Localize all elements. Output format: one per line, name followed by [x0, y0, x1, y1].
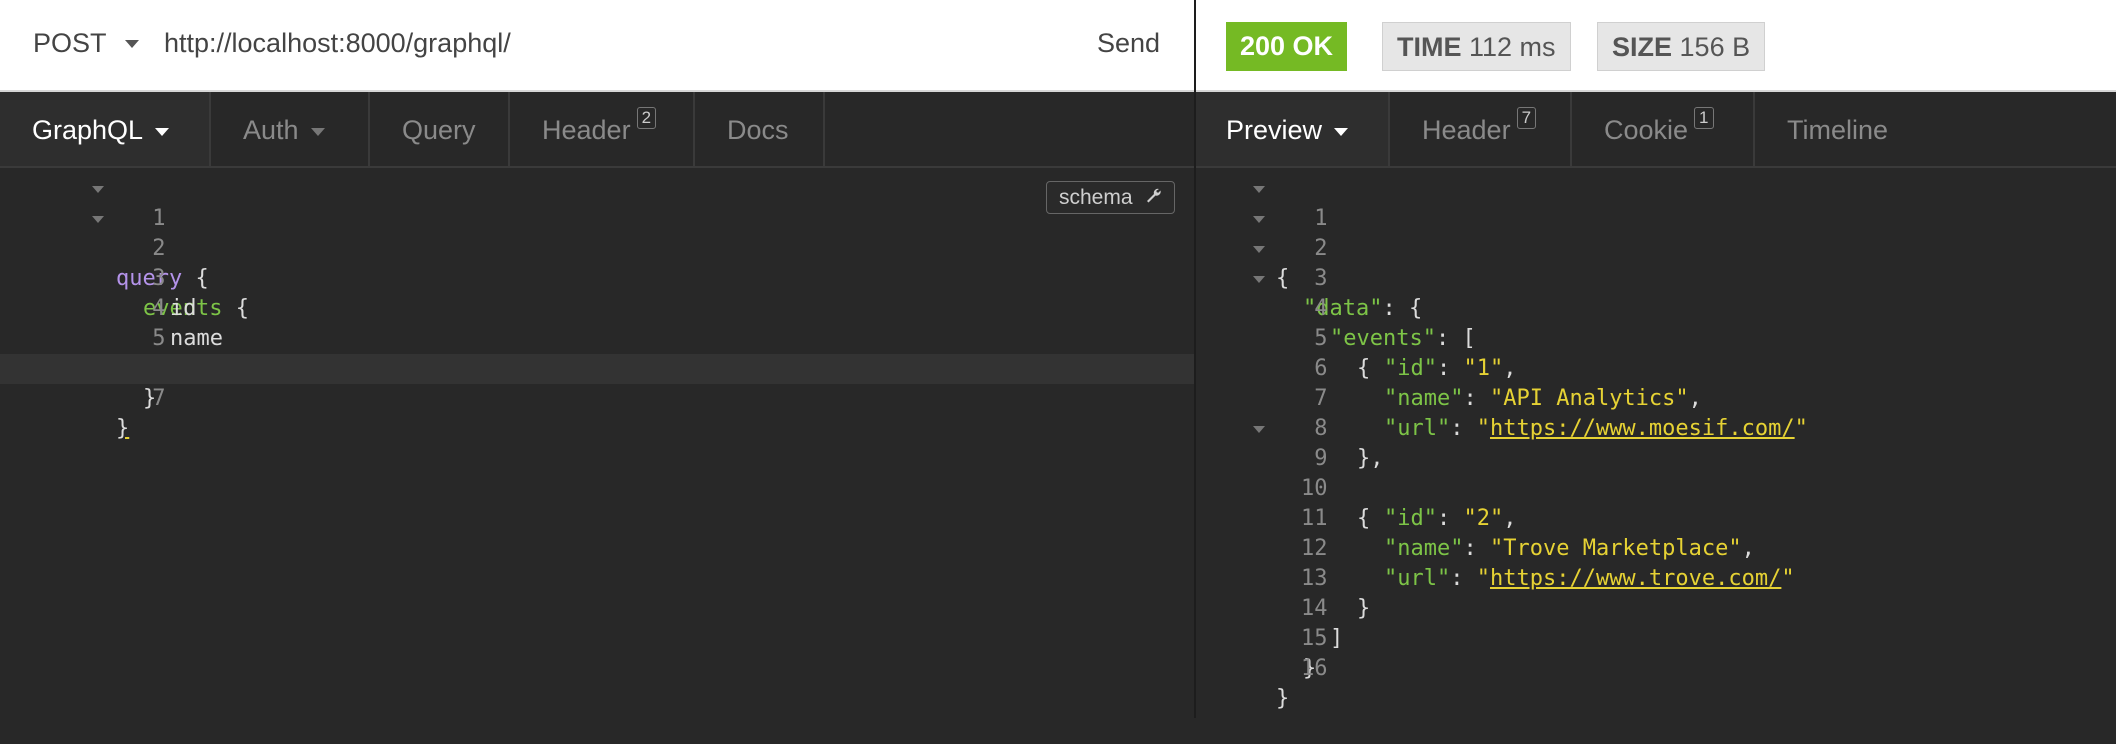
line-number: 7 — [152, 386, 166, 411]
fold-arrow-icon[interactable] — [1253, 186, 1265, 193]
time-label: TIME — [1397, 32, 1462, 62]
request-tabs: GraphQL Auth Query Header 2 Docs — [0, 92, 1194, 168]
tab-response-header[interactable]: Header 7 — [1390, 92, 1572, 166]
fold-arrow-icon[interactable] — [92, 216, 104, 223]
line-number: 16 — [1300, 656, 1328, 681]
cookie-count-badge: 1 — [1694, 107, 1714, 129]
tab-query[interactable]: Query — [370, 92, 510, 166]
send-button[interactable]: Send — [1097, 28, 1160, 59]
size-badge: SIZE 156 B — [1597, 22, 1766, 71]
tab-query-label: Query — [402, 115, 476, 145]
tab-timeline[interactable]: Timeline — [1755, 92, 1915, 166]
fold-arrow-icon[interactable] — [1253, 276, 1265, 283]
query-editor[interactable]: 1 query { 2 events { 3 id 4 name 5 url 6… — [0, 174, 1194, 441]
response-bar: 200 OK TIME 112 ms SIZE 156 B — [1196, 0, 2116, 92]
tab-graphql-label: GraphQL — [32, 115, 144, 145]
url-input[interactable]: http://localhost:8000/graphql/ — [164, 28, 511, 59]
tab-preview-label: Preview — [1226, 115, 1323, 145]
tab-timeline-label: Timeline — [1787, 115, 1889, 145]
fold-arrow-icon[interactable] — [1253, 246, 1265, 253]
brace: } — [116, 416, 130, 441]
brace: } — [1276, 686, 1290, 711]
fold-arrow-icon[interactable] — [1253, 426, 1265, 433]
size-value: 156 B — [1679, 32, 1751, 62]
tab-docs-label: Docs — [727, 115, 789, 145]
response-tabs: Preview Header 7 Cookie 1 Timeline — [1196, 92, 2116, 168]
header-count-badge: 7 — [1516, 107, 1537, 129]
request-pane: POST http://localhost:8000/graphql/ Send… — [0, 0, 1194, 718]
size-label: SIZE — [1612, 32, 1673, 62]
tab-auth[interactable]: Auth — [211, 92, 370, 166]
tab-cookie[interactable]: Cookie 1 — [1572, 92, 1755, 166]
fold-arrow-icon[interactable] — [92, 186, 104, 193]
fold-arrow-icon[interactable] — [1253, 216, 1265, 223]
header-count-badge: 2 — [636, 107, 657, 129]
tab-preview[interactable]: Preview — [1196, 92, 1390, 166]
time-badge: TIME 112 ms — [1382, 22, 1571, 71]
response-pane: 200 OK TIME 112 ms SIZE 156 B Preview He… — [1196, 0, 2116, 718]
status-badge: 200 OK — [1226, 22, 1348, 71]
tab-cookie-label: Cookie — [1604, 115, 1689, 145]
response-viewer: 1 { 2 "data": { 3 "events": [ 4 { 5 "id"… — [1196, 174, 2116, 711]
tab-header[interactable]: Header 2 — [510, 92, 695, 166]
tab-auth-label: Auth — [243, 115, 299, 145]
tab-docs[interactable]: Docs — [695, 92, 825, 166]
method-select[interactable]: POST — [33, 28, 139, 59]
chevron-down-icon — [310, 127, 325, 136]
tab-graphql[interactable]: GraphQL — [0, 92, 211, 166]
time-value: 112 ms — [1469, 32, 1556, 62]
chevron-down-icon — [124, 39, 139, 48]
chevron-down-icon — [1334, 127, 1349, 136]
tab-header-label: Header — [1422, 115, 1511, 145]
chevron-down-icon — [155, 127, 170, 136]
tab-header-label: Header — [542, 115, 631, 145]
request-bar: POST http://localhost:8000/graphql/ Send — [0, 0, 1194, 92]
method-label: POST — [33, 28, 107, 58]
